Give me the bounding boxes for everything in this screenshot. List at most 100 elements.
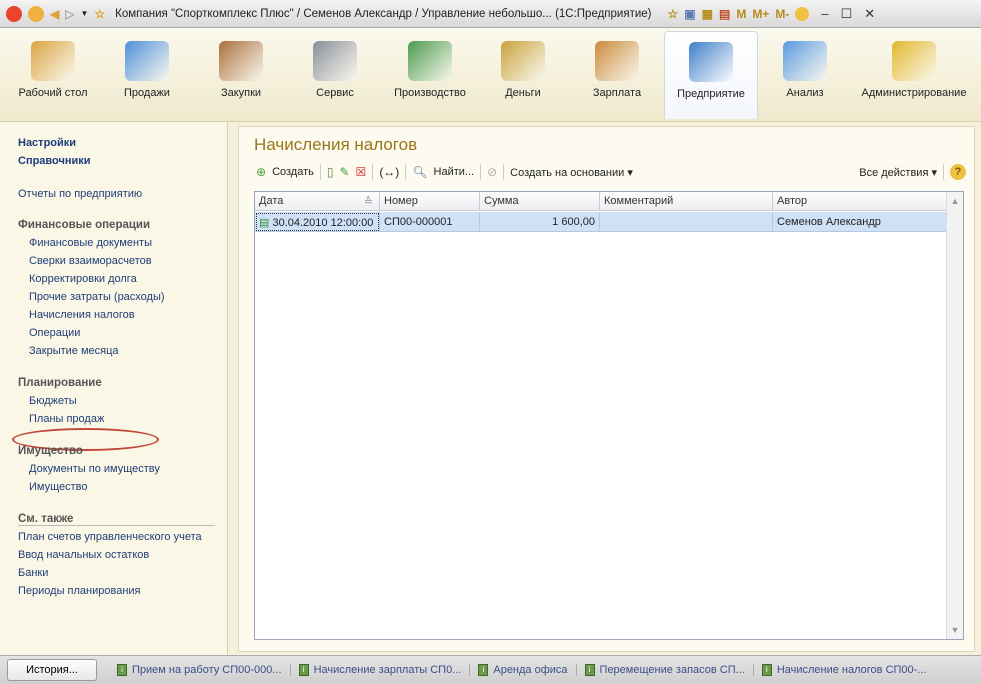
info-doc-icon: i <box>117 664 127 676</box>
group-fin-ops: Финансовые операции <box>18 219 151 231</box>
sidebar: Настройки Справочники Отчеты по предприя… <box>0 122 228 655</box>
section-label: Закупки <box>220 87 262 99</box>
section-8[interactable]: Анализ <box>758 31 852 119</box>
section-0[interactable]: Рабочий стол <box>6 31 100 119</box>
sidebar-item[interactable]: Банки <box>18 567 48 579</box>
cancel-search-icon[interactable]: ⊘ <box>487 165 497 179</box>
section-label: Зарплата <box>592 87 642 99</box>
page-title: Начисления налогов <box>254 135 418 154</box>
vertical-scrollbar[interactable]: ▲ ▼ <box>946 192 963 639</box>
group-planning: Планирование <box>18 377 102 389</box>
info-doc-icon: i <box>584 664 595 676</box>
create-button[interactable]: Создать <box>272 166 314 178</box>
section-9[interactable]: Администрирование <box>858 31 970 119</box>
help-icon[interactable]: ? <box>950 164 966 180</box>
section-2[interactable]: Закупки <box>194 31 288 119</box>
sidebar-item[interactable]: Сверки взаиморасчетов <box>29 255 152 267</box>
documents-table: Дата ≙ Номер Сумма Комментарий Автор ▤ 30… <box>254 191 964 640</box>
close-button[interactable]: ✕ <box>864 6 875 22</box>
window-title: Компания "Спорткомплекс Плюс" / Семенов … <box>115 7 652 20</box>
maximize-button[interactable]: ☐ <box>841 6 853 22</box>
calendar-icon[interactable]: ▤ <box>719 7 730 21</box>
column-header-number[interactable]: Номер <box>380 192 480 211</box>
section-6[interactable]: Зарплата <box>570 31 664 119</box>
section-label: Анализ <box>786 87 824 99</box>
cell-comment <box>600 212 773 232</box>
title-bar: ◀ ▷ ▼ ☆ Компания "Спорткомплекс Плюс" / … <box>0 0 981 28</box>
scroll-up-icon: ▲ <box>950 196 960 206</box>
section-label: Производство <box>394 87 466 99</box>
recent-item[interactable]: i Аренда офиса <box>470 664 577 676</box>
section-1[interactable]: Продажи <box>100 31 194 119</box>
app-logo-icon[interactable] <box>6 5 22 22</box>
posted-document-icon: ▤ <box>259 217 270 229</box>
sidebar-item[interactable]: Периоды планирования <box>18 585 141 597</box>
history-dropdown-icon[interactable]: ▼ <box>80 9 88 18</box>
sidebar-item[interactable]: Документы по имуществу <box>29 463 160 475</box>
section-icon <box>125 41 169 81</box>
history-button[interactable]: История... <box>7 659 97 681</box>
sidebar-item[interactable]: Корректировки долга <box>29 273 137 285</box>
section-icon <box>689 42 733 82</box>
favorite-star-icon[interactable]: ☆ <box>94 7 105 21</box>
section-icon <box>892 41 936 81</box>
column-header-comment[interactable]: Комментарий <box>600 192 773 211</box>
recent-item[interactable]: i Начисление налогов СП00-... <box>754 664 935 676</box>
sidebar-item[interactable]: Закрытие месяца <box>29 345 119 357</box>
memory-minus-button[interactable]: M- <box>775 7 789 21</box>
table-row[interactable]: ▤ 30.04.2010 12:00:00 СП00-000001 1 600,… <box>255 212 947 232</box>
cell-sum: 1 600,00 <box>480 212 600 232</box>
sort-icon: ≙ <box>363 196 373 208</box>
sidebar-item-tax-accruals[interactable]: Начисления налогов <box>29 309 135 321</box>
sidebar-item[interactable]: Имущество <box>29 481 88 493</box>
create-plus-icon: ⊕ <box>256 165 267 179</box>
scroll-down-icon: ▼ <box>950 625 960 635</box>
section-label: Продажи <box>124 87 170 99</box>
forward-icon[interactable]: ▷ <box>65 7 74 21</box>
section-icon <box>313 41 357 81</box>
back-icon[interactable]: ◀ <box>50 7 59 21</box>
sidebar-reports[interactable]: Отчеты по предприятию <box>18 188 142 200</box>
sidebar-item[interactable]: Операции <box>29 327 80 339</box>
sidebar-item[interactable]: Планы продаж <box>29 413 104 425</box>
post-icon[interactable]: (↔) <box>379 165 399 179</box>
favorites-icon[interactable]: ▣ <box>684 7 695 21</box>
section-3[interactable]: Сервис <box>288 31 382 119</box>
minimize-button[interactable]: – <box>821 6 828 21</box>
column-header-author[interactable]: Автор <box>773 192 947 211</box>
sidebar-item[interactable]: План счетов управленческого учета <box>18 531 202 543</box>
copy-icon[interactable]: ▯ <box>327 165 334 179</box>
section-4[interactable]: Производство <box>383 31 477 119</box>
section-icon <box>595 41 639 81</box>
section-7[interactable]: Предприятие <box>664 31 758 119</box>
edit-pencil-icon[interactable]: ✎ <box>339 165 349 179</box>
column-header-date[interactable]: Дата ≙ <box>255 192 380 211</box>
search-icon: 🔍︎ <box>412 165 428 179</box>
sidebar-item[interactable]: Ввод начальных остатков <box>18 549 149 561</box>
recent-item[interactable]: i Перемещение запасов СП... <box>577 664 754 676</box>
add-favorite-icon[interactable]: ☆ <box>668 7 679 21</box>
sidebar-item[interactable]: Финансовые документы <box>29 237 152 249</box>
recent-item[interactable]: i Прием на работу СП00-000... <box>109 664 291 676</box>
sidebar-catalogs[interactable]: Справочники <box>18 155 91 167</box>
section-label: Предприятие <box>677 88 745 100</box>
memory-plus-button[interactable]: M+ <box>752 7 769 21</box>
all-actions-button[interactable]: Все действия ▾ <box>859 166 937 179</box>
sidebar-item[interactable]: Бюджеты <box>29 395 77 407</box>
section-5[interactable]: Деньги <box>476 31 570 119</box>
calculator-icon[interactable]: ▦ <box>702 7 713 21</box>
sidebar-item[interactable]: Прочие затраты (расходы) <box>29 291 165 303</box>
delete-icon[interactable]: ☒ <box>356 165 367 179</box>
cell-date: ▤ 30.04.2010 12:00:00 <box>255 212 380 232</box>
memory-m-button[interactable]: M <box>736 7 746 21</box>
section-icon <box>408 41 452 81</box>
info-icon[interactable] <box>795 6 810 21</box>
info-doc-icon: i <box>298 664 309 676</box>
recent-item[interactable]: i Начисление зарплаты СП0... <box>291 664 471 676</box>
find-button[interactable]: Найти... <box>434 166 475 178</box>
section-label: Администрирование <box>861 87 967 99</box>
sidebar-settings[interactable]: Настройки <box>18 137 76 149</box>
main-menu-icon[interactable] <box>28 5 44 22</box>
column-header-sum[interactable]: Сумма <box>480 192 600 211</box>
create-based-button[interactable]: Создать на основании ▾ <box>510 166 633 179</box>
